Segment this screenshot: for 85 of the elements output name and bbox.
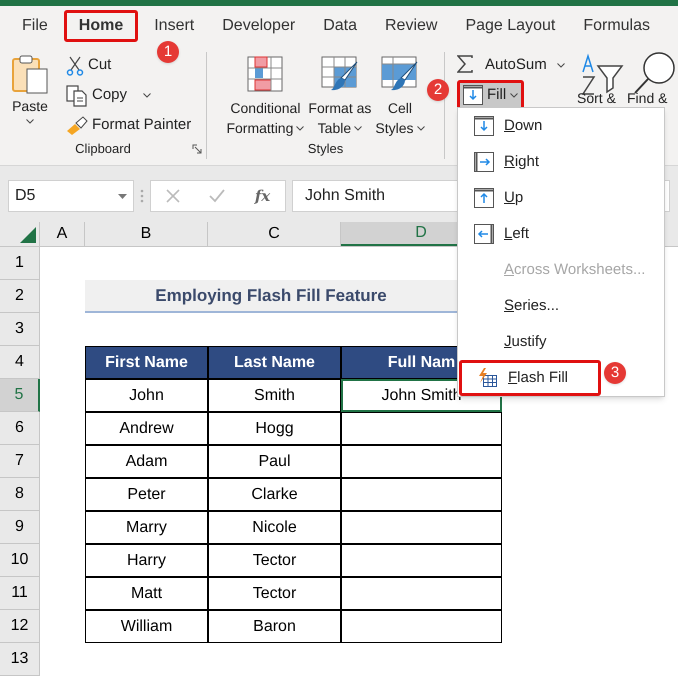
sort-label: Sort &	[577, 90, 616, 106]
ribbon-tab[interactable]: File	[10, 10, 60, 42]
row-header[interactable]: 10	[0, 544, 40, 577]
ribbon-tab[interactable]: Page Layout	[453, 10, 568, 42]
table-cell: William	[85, 610, 208, 643]
caret-icon	[510, 92, 518, 98]
table-cell: Hogg	[208, 412, 341, 445]
ribbon-tab[interactable]: Review	[372, 10, 450, 42]
caret-icon	[556, 62, 565, 68]
scissors-icon	[66, 56, 84, 76]
row-header[interactable]: 4	[0, 346, 40, 379]
ribbon-tab[interactable]: Insert	[142, 10, 206, 42]
select-all-corner-icon[interactable]	[20, 227, 36, 243]
fill-down-icon	[474, 116, 494, 136]
ribbon-tab[interactable]: Developer	[210, 10, 308, 42]
menu-item[interactable]: Flash Fill	[459, 360, 601, 396]
row-header[interactable]: 6	[0, 412, 40, 445]
row-header[interactable]: 3	[0, 313, 40, 346]
clipboard-command[interactable]: Copy	[66, 84, 192, 108]
sigma-icon	[457, 55, 473, 73]
group-label: Styles	[308, 140, 344, 158]
insert-function-button[interactable]: fx	[254, 184, 270, 208]
menu-item[interactable]: Up	[458, 180, 664, 216]
table-cell: Tector	[208, 577, 341, 610]
format-table-icon	[320, 56, 359, 92]
cell-styles-icon	[380, 56, 419, 92]
autosum-label: AutoSum	[485, 54, 565, 76]
find-label: Find &	[627, 90, 668, 106]
table-cell: Peter	[85, 478, 208, 511]
ribbon-tab[interactable]: Formulas	[571, 10, 662, 42]
row-header[interactable]: 11	[0, 577, 40, 610]
caret-icon	[296, 126, 304, 130]
caret-icon	[26, 119, 34, 124]
table-cell: Tector	[208, 544, 341, 577]
fill-right-icon	[474, 152, 494, 172]
table-cell: Harry	[85, 544, 208, 577]
table-cell: Clarke	[208, 478, 341, 511]
row-header[interactable]: 2	[0, 280, 40, 313]
row-header[interactable]: 1	[0, 247, 40, 280]
header-cell: Last Name	[208, 346, 341, 379]
table-cell: Matt	[85, 577, 208, 610]
styles-button[interactable]: Conditional Formatting	[225, 52, 306, 139]
row-header[interactable]: 5	[0, 379, 40, 412]
row-header[interactable]: 13	[0, 643, 40, 676]
fill-left-icon	[474, 224, 494, 244]
row-header[interactable]: 7	[0, 445, 40, 478]
dialog-launcher-icon[interactable]	[192, 144, 202, 154]
dropdown-arrow-icon	[118, 194, 127, 198]
row-header[interactable]: 12	[0, 610, 40, 643]
fill-down-icon	[463, 85, 483, 105]
column-header[interactable]: A	[40, 222, 85, 246]
styles-button[interactable]: Format as Table	[307, 52, 372, 139]
conditional-formatting-icon	[247, 56, 284, 92]
row-header[interactable]: 8	[0, 478, 40, 511]
grip-icon	[140, 189, 144, 203]
row-header[interactable]: 9	[0, 511, 40, 544]
menu-item[interactable]: Right	[458, 144, 664, 180]
flash-fill-icon	[478, 368, 498, 388]
table-cell: Paul	[208, 445, 341, 478]
fill-up-icon	[474, 188, 494, 208]
caret-icon	[416, 126, 425, 130]
table-cell: Marry	[85, 511, 208, 544]
table-cell: Baron	[208, 610, 341, 643]
styles-button[interactable]: Cell Styles	[374, 52, 426, 139]
paintbrush-icon	[66, 116, 88, 136]
group-label: Clipboard	[75, 140, 131, 158]
clipboard-command[interactable]: Format Painter	[66, 114, 192, 138]
header-cell: First Name	[85, 346, 208, 379]
table-cell: Andrew	[85, 412, 208, 445]
ribbon-tab[interactable]: Home	[64, 10, 138, 42]
copy-icon	[66, 84, 88, 106]
table-cell: Adam	[85, 445, 208, 478]
caret-icon	[354, 126, 362, 130]
ribbon-tab[interactable]: Data	[311, 10, 369, 42]
caret-icon	[143, 93, 152, 98]
table-cell: Nicole	[208, 511, 341, 544]
table-cell: John	[85, 379, 208, 412]
column-header[interactable]: B	[85, 222, 208, 246]
paste-button[interactable]: Paste	[0, 52, 60, 139]
fill-button[interactable]: Fill	[457, 80, 524, 110]
table-cell: Smith	[208, 379, 341, 412]
name-box[interactable]: D5	[8, 180, 134, 212]
clipboard-icon	[11, 54, 49, 94]
checkmark-icon[interactable]	[209, 189, 226, 203]
menu-item[interactable]: Down	[458, 108, 664, 144]
